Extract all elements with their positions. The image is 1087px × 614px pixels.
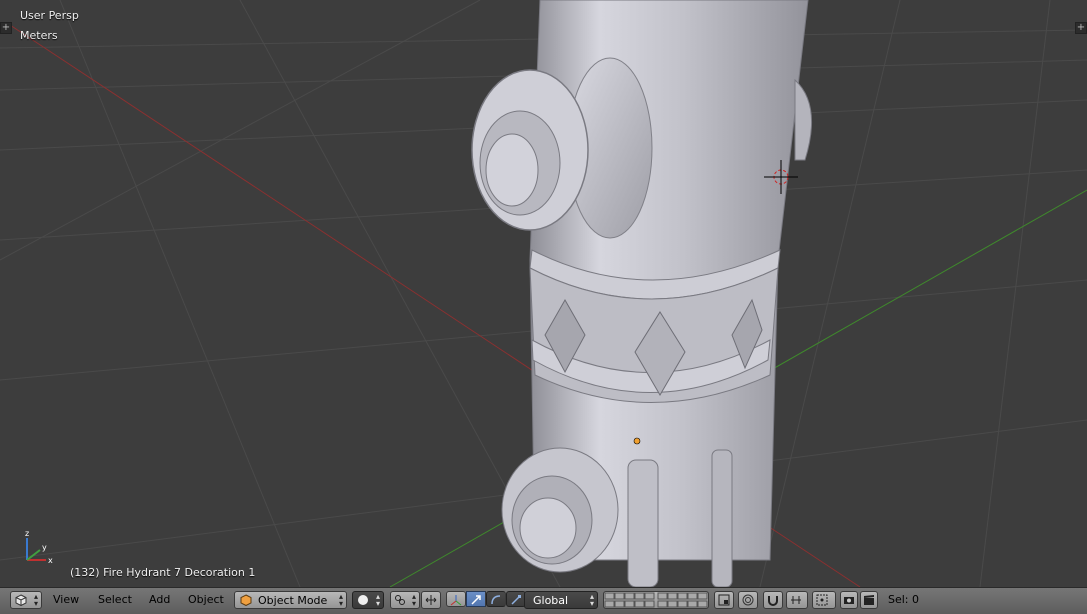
pivot-point-icon <box>395 595 405 605</box>
transform-orientation-dropdown[interactable]: Global ▴ ▾ <box>524 591 598 609</box>
layers-grid[interactable] <box>603 591 709 609</box>
area-split-top-right-icon[interactable]: + <box>1075 22 1087 34</box>
snap-magnet-icon <box>768 596 778 606</box>
layer-buttons <box>604 592 708 608</box>
viewport-header: ▴ ▾ View Select Add Object Object Mode ▴ ▾… <box>0 587 1087 614</box>
manipulator-toggle-icon <box>425 595 437 605</box>
render-animation-button[interactable] <box>860 591 878 609</box>
mode-dropdown[interactable]: Object Mode ▴ ▾ <box>234 591 347 609</box>
translate-button[interactable] <box>466 591 486 607</box>
object-mode-icon <box>240 594 252 606</box>
editor-type-cube-icon <box>15 594 27 606</box>
editor-type-button[interactable]: ▴ ▾ <box>10 591 42 609</box>
axis-widget: z y x <box>25 529 53 565</box>
proportional-editing-button[interactable] <box>738 591 758 609</box>
transform-mode-button[interactable] <box>446 591 466 607</box>
lock-layers-icon <box>718 594 730 606</box>
proportional-editing-icon <box>742 594 754 606</box>
chevron-updown-icon: ▴ ▾ <box>411 592 416 608</box>
mode-label: Object Mode <box>258 594 328 607</box>
render-opengl-button[interactable] <box>840 591 858 609</box>
orientation-label: Global <box>533 594 569 607</box>
rotate-button[interactable] <box>486 591 506 607</box>
axis-z-label: z <box>25 529 29 538</box>
snap-target-dropdown[interactable] <box>812 591 836 609</box>
chevron-updown-icon: ▴ ▾ <box>33 592 38 608</box>
menu-add[interactable]: Add <box>149 593 170 606</box>
area-split-top-left-icon[interactable]: + <box>0 22 12 34</box>
lock-layers-button[interactable] <box>714 591 734 609</box>
chevron-updown-icon: ▴ ▾ <box>589 592 594 608</box>
menu-view[interactable]: View <box>53 593 79 606</box>
snap-toggle-button[interactable] <box>763 591 783 609</box>
3d-viewport[interactable]: z y x User Persp Meters (132) Fire Hydra… <box>0 0 1087 587</box>
chevron-updown-icon: ▴ ▾ <box>375 592 380 608</box>
render-camera-icon <box>844 597 854 604</box>
menu-select[interactable]: Select <box>98 593 132 606</box>
transform-manipulators <box>446 591 528 609</box>
object-origin <box>633 437 641 445</box>
viewport-scene: z y x <box>0 0 1087 587</box>
chevron-updown-icon: ▴ ▾ <box>338 592 343 608</box>
scale-button[interactable] <box>506 591 526 607</box>
scale-icon <box>511 595 521 605</box>
manipulator-toggle-button[interactable] <box>421 591 441 609</box>
render-clapboard-icon <box>864 595 874 605</box>
manipulator-axes-icon <box>450 595 462 606</box>
viewport-shading-solid-icon <box>358 595 368 605</box>
axis-x-label: x <box>48 556 53 565</box>
selection-count: Sel: 0 <box>888 593 920 606</box>
rotate-icon <box>491 595 501 605</box>
axis-y-label: y <box>42 543 47 552</box>
translate-icon <box>471 595 481 605</box>
units-label: Meters <box>20 29 58 42</box>
pivot-point-dropdown[interactable]: ▴ ▾ <box>390 591 420 609</box>
viewport-shading-dropdown[interactable]: ▴ ▾ <box>352 591 384 609</box>
menu-object[interactable]: Object <box>188 593 224 606</box>
snap-target-icon <box>816 594 828 606</box>
object-info-label: (132) Fire Hydrant 7 Decoration 1 <box>70 566 256 579</box>
snap-element-dropdown[interactable] <box>786 591 808 609</box>
perspective-label: User Persp <box>20 9 79 22</box>
snap-element-icon <box>791 596 801 604</box>
